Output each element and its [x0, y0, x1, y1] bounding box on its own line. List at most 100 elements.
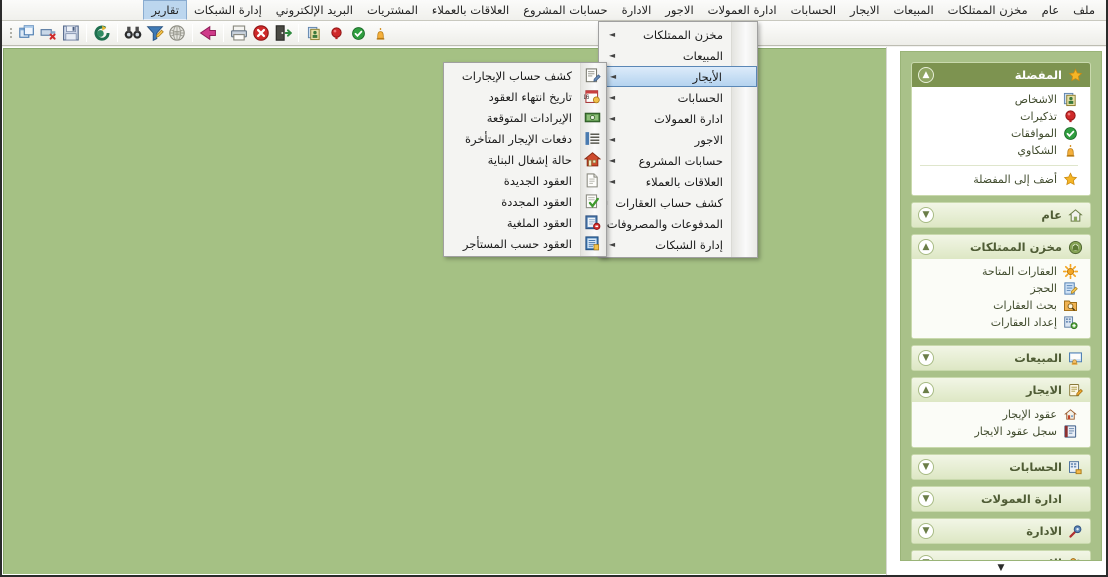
menu-property-store[interactable]: مخزن الممتلكات: [941, 0, 1035, 20]
rent-log-icon: [1063, 424, 1078, 439]
save-icon[interactable]: [60, 23, 82, 44]
reports-rent[interactable]: الأيجار ►: [599, 66, 757, 87]
menu-file[interactable]: ملف: [1066, 0, 1102, 20]
chevron-down-icon[interactable]: ▼: [918, 207, 934, 223]
chevron-up-icon[interactable]: ▲: [918, 382, 934, 398]
complaints-icon[interactable]: [369, 23, 391, 44]
menu-item-label: ادارة العمولات: [654, 111, 723, 126]
star-icon: [1063, 172, 1078, 187]
nav-reminders[interactable]: تذكيرات: [918, 108, 1080, 125]
panel-commissions: ادارة العمولات ▼: [911, 486, 1091, 512]
reports-payments-expenses[interactable]: المدفوعات والمصروفات►: [593, 213, 757, 234]
menu-reports[interactable]: تقارير: [143, 0, 187, 20]
panel-rent-header[interactable]: الايجار ▲: [912, 378, 1090, 402]
sidebar: المفضلة ▲ الاشخاص تذكيرات الموافقات الشكاوي أض…: [896, 47, 1106, 575]
rent-contract-expiry[interactable]: تاريخ انتهاء العقود 16: [444, 86, 606, 107]
rent-late-payments[interactable]: دفعات الإيجار المتأخرة: [444, 128, 606, 149]
menu-sales[interactable]: المبيعات: [886, 0, 940, 20]
reminder-icon[interactable]: [325, 23, 347, 44]
rent-new-contracts[interactable]: العقود الجديدة: [444, 170, 606, 191]
property-setup-icon: [1063, 315, 1078, 330]
menu-purchases[interactable]: المشتريات: [360, 0, 425, 20]
reports-sales[interactable]: المبيعات ►: [599, 45, 757, 66]
rent-renewed-contracts[interactable]: العقود المجددة: [444, 191, 606, 212]
menu-administration[interactable]: الادارة: [615, 0, 659, 20]
panel-commissions-header[interactable]: ادارة العمولات ▼: [912, 487, 1090, 511]
nav-add-favorite[interactable]: أضف إلى المفضلة: [918, 171, 1080, 188]
panel-property-store-header[interactable]: مخزن الممتلكات ▲: [912, 235, 1090, 259]
back-arrow-icon[interactable]: [197, 23, 219, 44]
scroll-down-icon: ▼: [997, 563, 1005, 573]
reports-wages[interactable]: الاجور ►: [599, 129, 757, 150]
globe-icon[interactable]: [166, 23, 188, 44]
reports-customer-relations[interactable]: العلاقات بالعملاء ►: [599, 171, 757, 192]
approve-icon[interactable]: [347, 23, 369, 44]
menubar-item-label: المبيعات: [893, 3, 934, 17]
accounts-icon: [1067, 459, 1084, 476]
nav-rent-contracts-log[interactable]: سجل عقود الايجار: [918, 423, 1080, 440]
cancel-icon[interactable]: [250, 23, 272, 44]
panel-wages-header[interactable]: الاجور▼: [912, 551, 1090, 560]
nav-property-search[interactable]: بحث العقارات: [918, 297, 1080, 314]
menu-accounts[interactable]: الحسابات: [784, 0, 843, 20]
toolbar-grip[interactable]: [8, 24, 14, 42]
delete-record-icon[interactable]: [38, 23, 60, 44]
menu-email[interactable]: البريد الإلكتروني: [269, 0, 360, 20]
nav-property-setup[interactable]: إعداد العقارات: [918, 314, 1080, 331]
rent-cancelled-contracts[interactable]: العقود الملغية: [444, 212, 606, 233]
new-window-icon[interactable]: [16, 23, 38, 44]
panel-sales-header[interactable]: المبيعات ▼: [912, 346, 1090, 370]
menu-item-label: المبيعات: [682, 48, 723, 63]
reports-property-store[interactable]: مخزن الممتلكات ►: [599, 24, 757, 45]
menu-item-label: العلاقات بالعملاء: [645, 174, 723, 189]
menu-customer-relations[interactable]: العلاقات بالعملاء: [425, 0, 516, 20]
reports-accounts[interactable]: الحسابات ►: [599, 87, 757, 108]
chevron-up-icon[interactable]: ▲: [918, 239, 934, 255]
panel-administration-header[interactable]: الادارة ▼: [912, 519, 1090, 543]
panel-general-header[interactable]: عام ▼: [912, 203, 1090, 227]
nav-approvals[interactable]: الموافقات: [918, 125, 1080, 142]
reports-project-accounts[interactable]: حسابات المشروع ►: [599, 150, 757, 171]
rent-statement[interactable]: كشف حساب الإيجارات: [444, 65, 606, 86]
reports-network-admin[interactable]: إدارة الشبكات ►: [599, 234, 757, 255]
chevron-up-icon[interactable]: ▲: [918, 67, 934, 83]
persons-icon[interactable]: [303, 23, 325, 44]
reports-property-statement[interactable]: كشف حساب العقارات►: [599, 192, 757, 213]
chevron-down-icon[interactable]: ▼: [918, 459, 934, 475]
sidebar-splitter[interactable]: [886, 47, 896, 575]
exit-icon[interactable]: [272, 23, 294, 44]
menu-wages[interactable]: الاجور: [658, 0, 700, 20]
menu-commissions[interactable]: ادارة العمولات: [701, 0, 784, 20]
menu-item-label: العقود الجديدة: [503, 173, 572, 188]
panel-accounts-header[interactable]: الحسابات ▼: [912, 455, 1090, 479]
binoculars-search-icon[interactable]: [122, 23, 144, 44]
panel-title: الايجار: [1025, 383, 1062, 397]
chevron-down-icon[interactable]: ▼: [918, 523, 934, 539]
nav-booking[interactable]: الحجز: [918, 280, 1080, 297]
menu-item-label: حسابات المشروع: [638, 153, 723, 168]
menu-general[interactable]: عام: [1035, 0, 1067, 20]
chevron-down-icon[interactable]: ▼: [918, 491, 934, 507]
chevron-down-icon[interactable]: ▼: [918, 350, 934, 366]
chevron-down-icon[interactable]: ▼: [918, 555, 934, 560]
menu-item-label: العقود حسب المستأجر: [462, 236, 572, 251]
panel-favorites-header[interactable]: المفضلة ▲: [912, 63, 1090, 87]
nav-persons[interactable]: الاشخاص: [918, 91, 1080, 108]
filter-icon[interactable]: [144, 23, 166, 44]
print-icon[interactable]: [228, 23, 250, 44]
menu-project-accounts[interactable]: حسابات المشروع: [516, 0, 614, 20]
reports-commissions[interactable]: ادارة العمولات ►: [599, 108, 757, 129]
nav-complaints[interactable]: الشكاوي: [918, 142, 1080, 159]
rent-occupancy-status[interactable]: حالة إشغال البناية: [444, 149, 606, 170]
menubar-item-label: حسابات المشروع: [523, 3, 608, 17]
refresh-icon[interactable]: [91, 23, 113, 44]
sidebar-scroll-down-button[interactable]: ▼: [896, 562, 1106, 574]
rent-expected-revenue[interactable]: الإيرادات المتوقعة: [444, 107, 606, 128]
menu-network-admin[interactable]: إدارة الشبكات: [187, 0, 269, 20]
menu-rent[interactable]: الايجار: [843, 0, 886, 20]
nav-rent-contracts[interactable]: عقود الإيجار: [918, 406, 1080, 423]
menu-item-label: العقود الملغية: [506, 215, 572, 230]
rent-contracts-by-tenant[interactable]: العقود حسب المستأجر: [444, 233, 606, 254]
nav-available-properties[interactable]: العقارات المتاحة: [918, 263, 1080, 280]
submenu-arrow-icon: ►: [608, 156, 616, 165]
